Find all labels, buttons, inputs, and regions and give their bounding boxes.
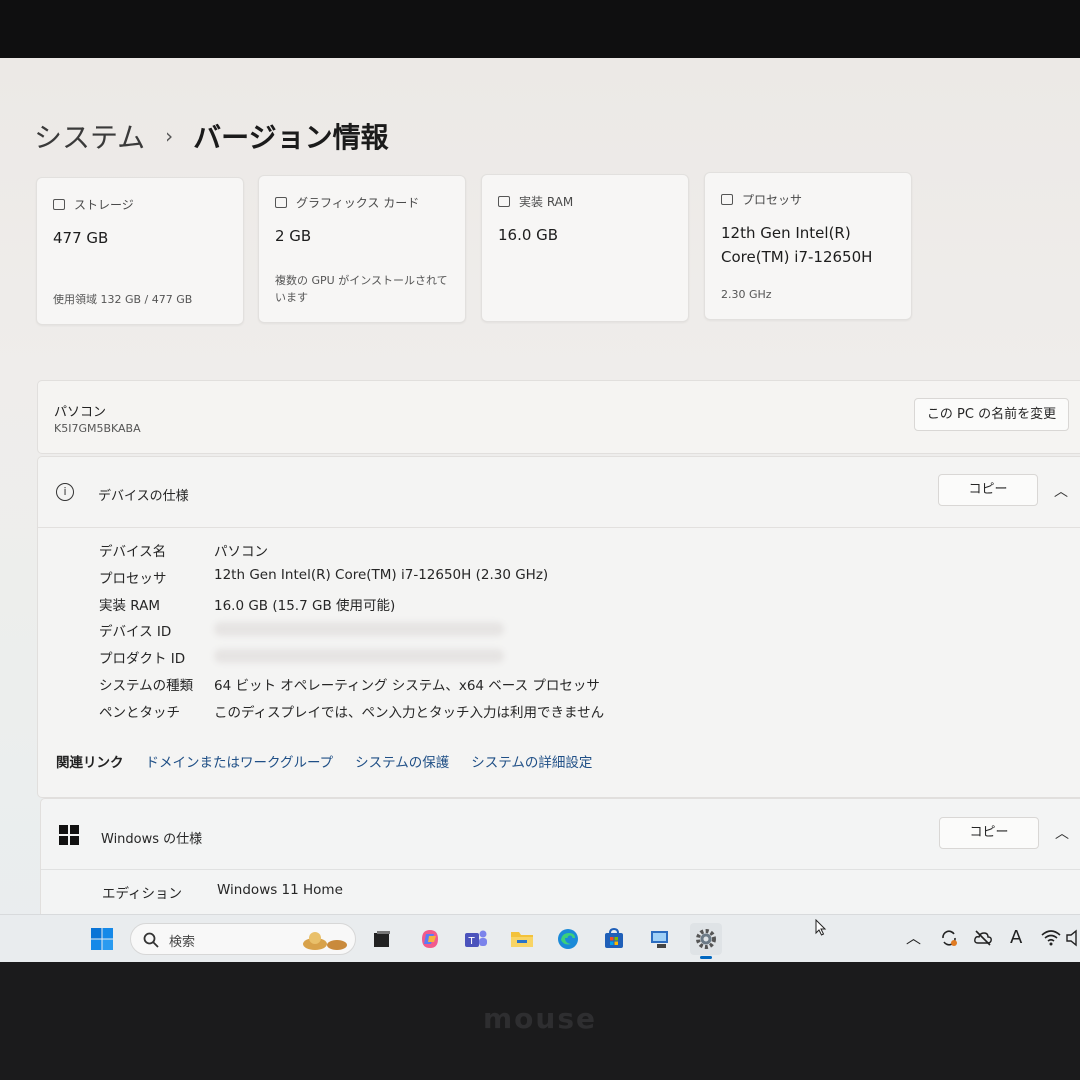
device-specs-list: デバイス名 パソコンプロセッサ 12th Gen Intel(R) Core(TM)… <box>99 540 999 740</box>
svg-text:T: T <box>468 936 476 947</box>
spec-row: システムの種類 64 ビット オペレーティング システム、x64 ベース プロセッ… <box>99 674 999 694</box>
spec-row: プロセッサ 12th Gen Intel(R) Core(TM) i7-12650… <box>99 567 999 587</box>
redacted-value <box>214 649 504 664</box>
related-links: 関連リンク ドメインまたはワークグループ システムの保護 システムの詳細設定 <box>56 751 592 771</box>
mouse-cursor-icon <box>815 919 827 936</box>
collapse-chevron-icon[interactable]: ︿ <box>1055 823 1069 843</box>
monitor-bezel-bottom: mouse <box>0 962 1080 1080</box>
cloud-off-icon[interactable] <box>973 928 993 948</box>
ram-label: 実装 RAM <box>519 195 574 209</box>
system-protection-link[interactable]: システムの保護 <box>355 751 449 771</box>
device-specs-title: デバイスの仕様 <box>98 489 189 504</box>
spec-row: ペンとタッチ このディスプレイでは、ペン入力とタッチ入力は利用できません <box>99 701 999 721</box>
rename-pc-button[interactable]: この PC の名前を変更 <box>914 398 1069 431</box>
windows-specs-header[interactable]: Windows の仕様 コピー ︿ <box>41 799 1080 870</box>
advanced-system-settings-link[interactable]: システムの詳細設定 <box>471 751 592 771</box>
spec-row: プロダクト ID <box>99 647 999 667</box>
wifi-icon[interactable] <box>1041 929 1061 947</box>
storage-value: 477 GB <box>53 229 109 247</box>
processor-speed: 2.30 GHz <box>721 288 772 301</box>
windows-logo-icon <box>59 825 79 845</box>
store-icon[interactable] <box>598 923 630 955</box>
related-links-label: 関連リンク <box>56 755 124 771</box>
edition-value: Windows 11 Home <box>217 882 343 898</box>
device-specs-section: i デバイスの仕様 コピー ︿ デバイス名 パソコンプロセッサ 12th Gen I… <box>37 456 1080 798</box>
copilot-icon[interactable] <box>414 923 446 955</box>
spec-label: デバイス ID <box>99 624 172 641</box>
active-indicator <box>700 956 712 959</box>
ram-value: 16.0 GB <box>498 226 559 244</box>
breadcrumb-separator: › <box>165 124 174 148</box>
processor-value: 12th Gen Intel(R) Core(TM) i7-12650H <box>721 224 873 266</box>
spec-value: パソコン <box>214 544 268 560</box>
pc-name-section: パソコン K5I7GM5BKABA この PC の名前を変更 <box>37 380 1080 454</box>
spec-value: このディスプレイでは、ペン入力とタッチ入力は利用できません <box>214 704 605 721</box>
processor-icon <box>721 194 733 205</box>
breadcrumb-system[interactable]: システム <box>34 116 145 156</box>
info-icon: i <box>56 483 74 501</box>
ram-card[interactable]: 実装 RAM 16.0 GB <box>481 174 689 322</box>
storage-label: ストレージ <box>74 198 134 212</box>
taskbar-search[interactable]: 検索 <box>130 923 356 955</box>
spec-label: プロセッサ <box>99 570 167 587</box>
storage-card[interactable]: ストレージ 477 GB 使用領域 132 GB / 477 GB <box>36 177 244 325</box>
teams-icon[interactable]: T <box>460 923 492 955</box>
pc-name-label: パソコン <box>54 405 107 420</box>
device-specs-copy-button[interactable]: コピー <box>938 474 1038 506</box>
graphics-value: 2 GB <box>275 227 312 245</box>
graphics-card[interactable]: グラフィックス カード 2 GB 複数の GPU がインストールされています <box>258 175 466 323</box>
task-view-icon[interactable] <box>366 923 398 955</box>
spec-row: デバイス ID <box>99 620 999 640</box>
edition-label: エディション <box>102 886 183 902</box>
collapse-chevron-icon[interactable]: ︿ <box>1054 481 1068 501</box>
taskbar: 検索 T ︿ A <box>0 914 1080 962</box>
spec-label: デバイス名 <box>99 544 167 560</box>
processor-label: プロセッサ <box>742 193 803 207</box>
breadcrumb-current: バージョン情報 <box>193 121 389 154</box>
windows-specs-title: Windows の仕様 <box>101 832 203 847</box>
search-icon <box>143 932 159 948</box>
storage-icon <box>53 199 65 210</box>
app-icon[interactable] <box>644 923 676 955</box>
search-placeholder: 検索 <box>169 935 196 950</box>
start-icon[interactable] <box>86 923 118 955</box>
tray-overflow-chevron-icon[interactable]: ︿ <box>906 927 921 948</box>
ime-indicator[interactable]: A <box>1010 927 1022 948</box>
brand-logo: mouse <box>482 1002 597 1035</box>
monitor-bezel-top <box>0 0 1080 58</box>
redacted-value <box>214 622 504 637</box>
domain-workgroup-link[interactable]: ドメインまたはワークグループ <box>146 751 334 771</box>
ram-icon <box>498 196 510 207</box>
page-title: システム › バージョン情報 <box>34 116 389 156</box>
spec-value: 64 ビット オペレーティング システム、x64 ベース プロセッサ <box>214 678 600 694</box>
spec-value: 16.0 GB (15.7 GB 使用可能) <box>214 597 396 614</box>
spec-label: 実装 RAM <box>99 597 161 614</box>
edition-row: エディション Windows 11 Home <box>102 882 702 902</box>
graphics-label: グラフィックス カード <box>296 196 420 210</box>
processor-card[interactable]: プロセッサ 12th Gen Intel(R) Core(TM) i7-1265… <box>704 172 912 320</box>
windows-specs-copy-button[interactable]: コピー <box>939 817 1039 849</box>
sync-icon[interactable] <box>939 928 959 948</box>
settings-window: システム › バージョン情報 ストレージ 477 GB 使用領域 132 GB … <box>0 58 1080 962</box>
graphics-card-icon <box>275 197 287 208</box>
spec-value: 12th Gen Intel(R) Core(TM) i7-12650H (2.… <box>214 566 549 583</box>
device-specs-header[interactable]: i デバイスの仕様 コピー ︿ <box>38 457 1080 528</box>
pc-id: K5I7GM5BKABA <box>54 422 141 435</box>
spec-label: プロダクト ID <box>99 651 186 668</box>
search-highlight-image <box>303 932 347 950</box>
storage-usage: 使用領域 132 GB / 477 GB <box>53 293 193 306</box>
spec-label: ペンとタッチ <box>99 704 180 721</box>
edge-icon[interactable] <box>552 923 584 955</box>
settings-icon[interactable] <box>690 923 722 959</box>
graphics-note: 複数の GPU がインストールされています <box>275 274 448 304</box>
spec-label: システムの種類 <box>99 678 194 694</box>
spec-row: デバイス名 パソコン <box>99 540 999 560</box>
volume-icon[interactable] <box>1066 929 1080 947</box>
spec-row: 実装 RAM 16.0 GB (15.7 GB 使用可能) <box>99 594 999 614</box>
file-explorer-icon[interactable] <box>506 923 538 955</box>
